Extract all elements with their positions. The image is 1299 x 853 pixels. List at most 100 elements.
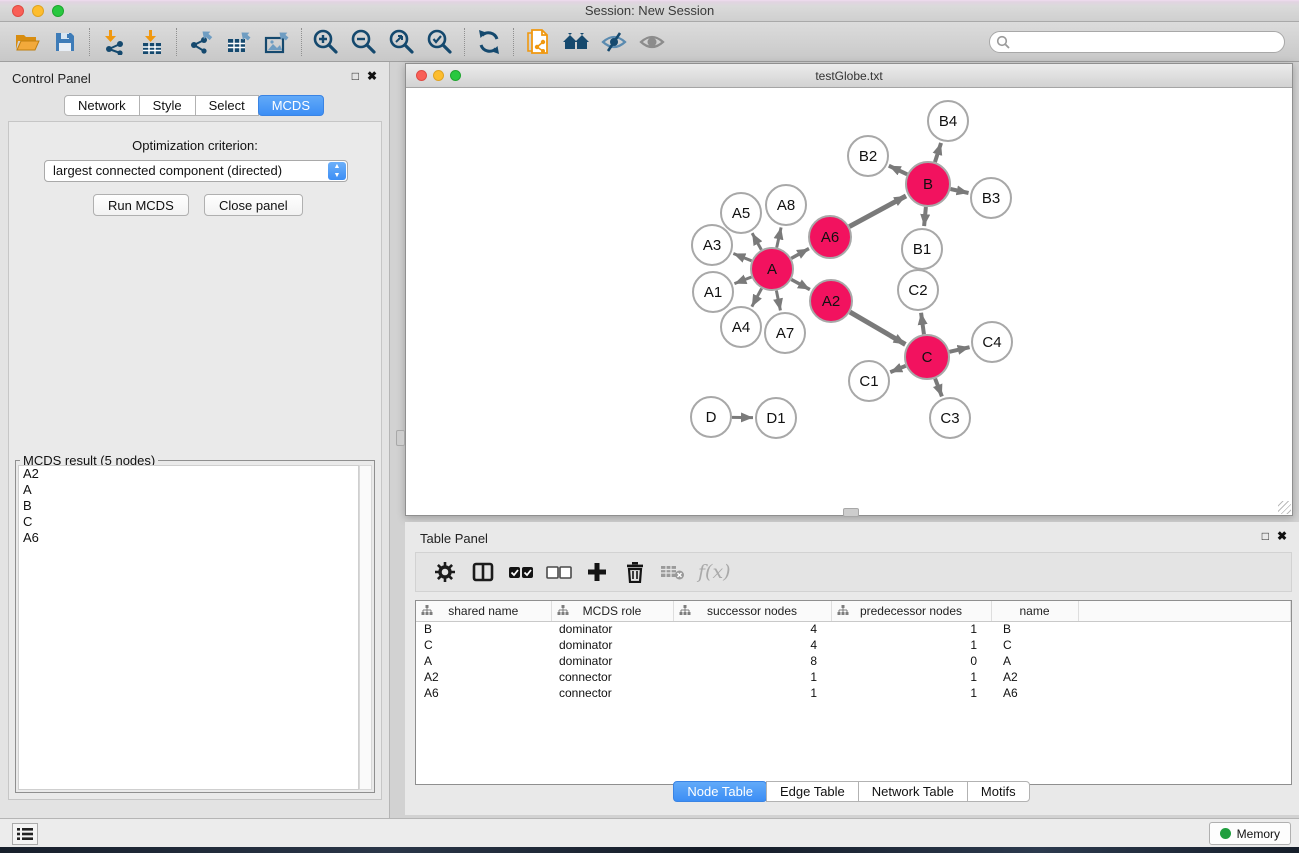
- graph-node-label: B: [923, 176, 933, 193]
- tab-motifs[interactable]: Motifs: [967, 781, 1030, 802]
- open-session-button[interactable]: [8, 25, 46, 59]
- table-cell: connector: [551, 685, 673, 701]
- network-window-titlebar[interactable]: testGlobe.txt: [406, 64, 1292, 88]
- graph-edge-B-B3[interactable]: [950, 189, 968, 193]
- show-graphics-details-button[interactable]: [633, 25, 671, 59]
- column-header-predecessor-nodes[interactable]: predecessor nodes: [831, 601, 991, 621]
- graph-edge-B-B1[interactable]: [924, 207, 926, 226]
- graph-edge-A-A1[interactable]: [734, 277, 751, 284]
- optimization-criterion-select[interactable]: largest connected component (directed) ▲…: [44, 160, 348, 182]
- graph-edge-C-C3[interactable]: [935, 379, 942, 397]
- close-panel-button[interactable]: Close panel: [204, 194, 303, 216]
- mcds-tab-content: Optimization criterion: largest connecte…: [8, 121, 382, 800]
- hide-graphics-details-button[interactable]: [595, 25, 633, 59]
- memory-button[interactable]: Memory: [1209, 822, 1291, 845]
- import-network-button[interactable]: [95, 25, 133, 59]
- save-session-button[interactable]: [46, 25, 84, 59]
- export-network-button[interactable]: [182, 25, 220, 59]
- mcds-result-item[interactable]: A: [19, 482, 358, 498]
- graph-node-label: A: [767, 261, 777, 278]
- zoom-fit-button[interactable]: [383, 25, 421, 59]
- home-icon: [561, 30, 591, 54]
- refresh-view-button[interactable]: [470, 25, 508, 59]
- graph-edge-C-C2[interactable]: [921, 313, 924, 334]
- toolbar-separator: [513, 28, 514, 56]
- float-panel-icon[interactable]: □: [352, 69, 359, 83]
- column-header-shared-name[interactable]: shared name: [416, 601, 551, 621]
- task-history-button[interactable]: [12, 823, 38, 845]
- network-resize-grip[interactable]: [1278, 501, 1291, 514]
- zoom-out-button[interactable]: [345, 25, 383, 59]
- graph-node-label: A4: [732, 319, 750, 336]
- zoom-selected-icon: [426, 28, 454, 56]
- graph-edge-C-C4[interactable]: [949, 347, 969, 352]
- mcds-result-list[interactable]: A2ABCA6: [18, 465, 359, 790]
- delete-table-button[interactable]: [654, 555, 692, 589]
- graph-edge-A-A3[interactable]: [733, 254, 751, 261]
- graph-edge-A-A8[interactable]: [777, 227, 781, 247]
- column-header-mcds-role[interactable]: MCDS role: [551, 601, 673, 621]
- table-float-panel-icon[interactable]: □: [1262, 529, 1269, 543]
- horizontal-splitter-handle[interactable]: [843, 508, 859, 517]
- tab-network[interactable]: Network: [64, 95, 140, 116]
- mcds-result-item[interactable]: B: [19, 498, 358, 514]
- table-cell: C: [416, 637, 551, 653]
- table-row[interactable]: Adominator80A: [416, 653, 1291, 669]
- mcds-result-item[interactable]: A6: [19, 530, 358, 546]
- network-document-button[interactable]: [519, 25, 557, 59]
- graph-edge-B-B2[interactable]: [889, 166, 907, 175]
- select-all-columns-button[interactable]: [502, 555, 540, 589]
- graph-edge-A-A6[interactable]: [791, 249, 809, 259]
- tab-style[interactable]: Style: [139, 95, 196, 116]
- function-builder-button[interactable]: f(x): [698, 561, 731, 583]
- table-cell: 8: [673, 653, 831, 669]
- column-header-successor-nodes[interactable]: successor nodes: [673, 601, 831, 621]
- zoom-selected-button[interactable]: [421, 25, 459, 59]
- tab-network-table[interactable]: Network Table: [858, 781, 968, 802]
- graph-edge-B-B4[interactable]: [935, 143, 941, 162]
- tab-node-table[interactable]: Node Table: [673, 781, 767, 802]
- vertical-splitter-handle[interactable]: [396, 430, 405, 446]
- run-mcds-button[interactable]: Run MCDS: [93, 194, 189, 216]
- app-titlebar: Session: New Session: [0, 0, 1299, 22]
- table-cell: dominator: [551, 621, 673, 637]
- table-row[interactable]: Cdominator41C: [416, 637, 1291, 653]
- search-input[interactable]: [989, 31, 1285, 53]
- create-column-button[interactable]: [578, 555, 616, 589]
- eye-icon: [638, 30, 666, 54]
- import-table-button[interactable]: [133, 25, 171, 59]
- table-row[interactable]: A2connector11A2: [416, 669, 1291, 685]
- graph-edge-A-A7[interactable]: [776, 291, 780, 311]
- tab-edge-table[interactable]: Edge Table: [766, 781, 859, 802]
- graph-edge-A-A5[interactable]: [752, 233, 761, 250]
- control-panel-title: Control Panel: [12, 71, 91, 86]
- delete-column-button[interactable]: [616, 555, 654, 589]
- export-image-button[interactable]: [258, 25, 296, 59]
- graph-edge-A-A2[interactable]: [791, 279, 810, 289]
- graph-node-label: C4: [982, 334, 1001, 351]
- network-graph[interactable]: AA1A2A3A4A5A6A7A8BB1B2B3B4CC1C2C3C4DD1: [407, 89, 1291, 515]
- graph-edge-A6-B[interactable]: [849, 196, 906, 227]
- column-header-name[interactable]: name: [991, 601, 1078, 621]
- table-settings-button[interactable]: [426, 555, 464, 589]
- zoom-in-button[interactable]: [307, 25, 345, 59]
- mcds-result-item[interactable]: A2: [19, 466, 358, 482]
- show-column-panel-button[interactable]: [464, 555, 502, 589]
- mcds-result-scrollbar[interactable]: [359, 465, 372, 790]
- graph-edge-C-C1[interactable]: [890, 366, 905, 372]
- graph-edge-A-A4[interactable]: [752, 288, 762, 306]
- unselect-all-columns-button[interactable]: [540, 555, 578, 589]
- graph-edge-A2-C[interactable]: [850, 312, 905, 344]
- table-close-panel-icon[interactable]: ✖: [1277, 529, 1287, 543]
- tab-mcds[interactable]: MCDS: [258, 95, 324, 116]
- mcds-result-item[interactable]: C: [19, 514, 358, 530]
- export-table-button[interactable]: [220, 25, 258, 59]
- table-row[interactable]: Bdominator41B: [416, 621, 1291, 637]
- close-panel-icon[interactable]: ✖: [367, 69, 377, 83]
- home-button[interactable]: [557, 25, 595, 59]
- table-cell: 1: [831, 637, 991, 653]
- tab-select[interactable]: Select: [195, 95, 259, 116]
- import-network-icon: [101, 29, 127, 55]
- table-row[interactable]: A6connector11A6: [416, 685, 1291, 701]
- toolbar-separator: [301, 28, 302, 56]
